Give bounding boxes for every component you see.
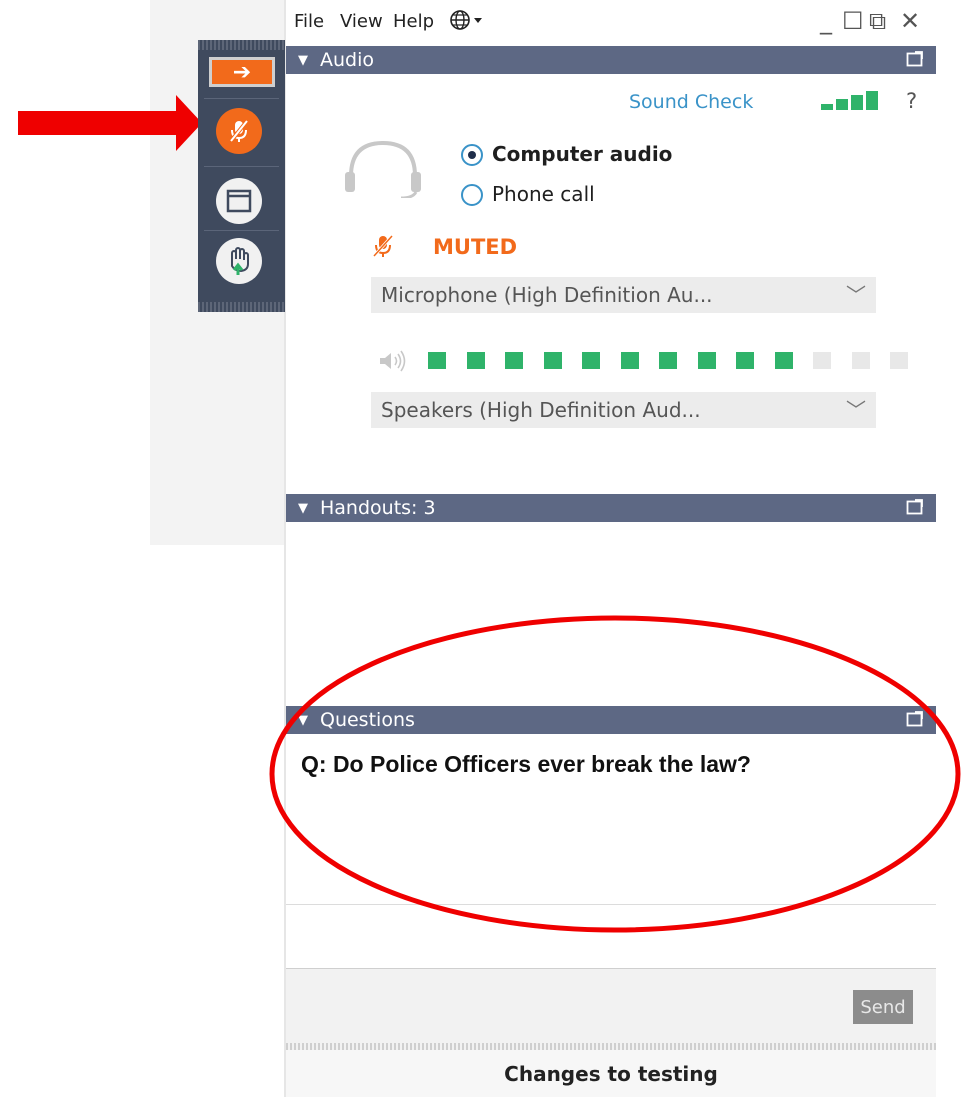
resize-grip[interactable] — [286, 1043, 936, 1050]
phone-call-label[interactable]: Phone call — [492, 182, 595, 206]
audio-panel: Sound Check ? Computer audio Phone call … — [286, 74, 936, 490]
speakers-select[interactable]: Speakers (High Definition Aud... ﹀ — [371, 392, 876, 428]
chevron-down-icon: ﹀ — [846, 283, 866, 307]
minimize-button[interactable]: _ — [820, 7, 832, 35]
muted-status: MUTED — [433, 235, 518, 259]
level-segment — [736, 352, 754, 369]
help-button[interactable]: ? — [906, 89, 917, 113]
chevron-down-icon: ﹀ — [846, 398, 866, 422]
signal-bars-icon — [821, 91, 881, 110]
level-segment — [428, 352, 446, 369]
level-segment — [851, 352, 870, 369]
computer-audio-radio[interactable] — [461, 144, 483, 166]
toolbar-divider — [204, 98, 279, 99]
annotation-arrow-shaft — [18, 111, 178, 135]
level-segment — [466, 352, 485, 369]
speakers-select-value: Speakers (High Definition Aud... — [381, 398, 701, 422]
raise-hand-icon[interactable] — [216, 238, 262, 284]
popout-button[interactable]: ⧉ — [869, 7, 886, 35]
level-segment — [774, 352, 793, 369]
toolbar-grip-top[interactable] — [198, 40, 285, 50]
annotation-ellipse — [269, 615, 961, 933]
globe-icon[interactable] — [449, 8, 485, 37]
send-button[interactable]: Send — [853, 990, 913, 1024]
menu-help[interactable]: Help — [393, 11, 434, 32]
collapse-triangle-icon[interactable]: ▼ — [298, 501, 308, 516]
level-segment — [505, 352, 523, 369]
audio-header-label: Audio — [320, 49, 375, 71]
popout-icon[interactable] — [906, 50, 924, 73]
microphone-select-value: Microphone (High Definition Au... — [381, 283, 713, 307]
microphone-select[interactable]: Microphone (High Definition Au... ﹀ — [371, 277, 876, 313]
close-button[interactable]: ✕ — [900, 7, 920, 35]
webinar-title: Changes to testing — [286, 1050, 936, 1097]
level-segment — [813, 352, 831, 369]
level-segment — [697, 352, 716, 369]
menu-view[interactable]: View — [340, 11, 383, 32]
speaker-icon — [378, 350, 408, 376]
audio-header[interactable]: ▼ Audio — [286, 46, 936, 74]
headset-icon — [341, 138, 426, 202]
level-segment — [582, 352, 600, 369]
collapse-triangle-icon[interactable]: ▼ — [298, 53, 308, 68]
handouts-header[interactable]: ▼ Handouts: 3 — [286, 494, 936, 522]
menu-bar: File View Help _ ☐ ⧉ ✕ — [286, 0, 936, 42]
question-compose-area: Send — [286, 969, 936, 1045]
level-segment — [543, 352, 562, 369]
phone-call-radio[interactable] — [461, 184, 483, 206]
microphone-muted-icon[interactable] — [216, 108, 262, 154]
toolbar-divider — [204, 230, 279, 231]
level-segment — [620, 352, 639, 369]
computer-audio-label[interactable]: Computer audio — [492, 142, 672, 166]
popout-icon[interactable] — [906, 498, 924, 521]
microphone-muted-icon[interactable] — [372, 234, 394, 264]
window-icon[interactable] — [216, 178, 262, 224]
arrow-right-icon[interactable]: ➔ — [209, 57, 275, 87]
level-segment — [890, 352, 908, 369]
handouts-header-label: Handouts: 3 — [320, 497, 436, 519]
sound-check-link[interactable]: Sound Check — [629, 91, 753, 113]
maximize-button[interactable]: ☐ — [842, 7, 864, 35]
toolbar-divider — [204, 166, 279, 167]
menu-file[interactable]: File — [294, 11, 324, 32]
toolbar-grip-bottom[interactable] — [198, 302, 285, 312]
side-toolbar: ➔ — [198, 40, 285, 312]
level-segment — [659, 352, 677, 369]
